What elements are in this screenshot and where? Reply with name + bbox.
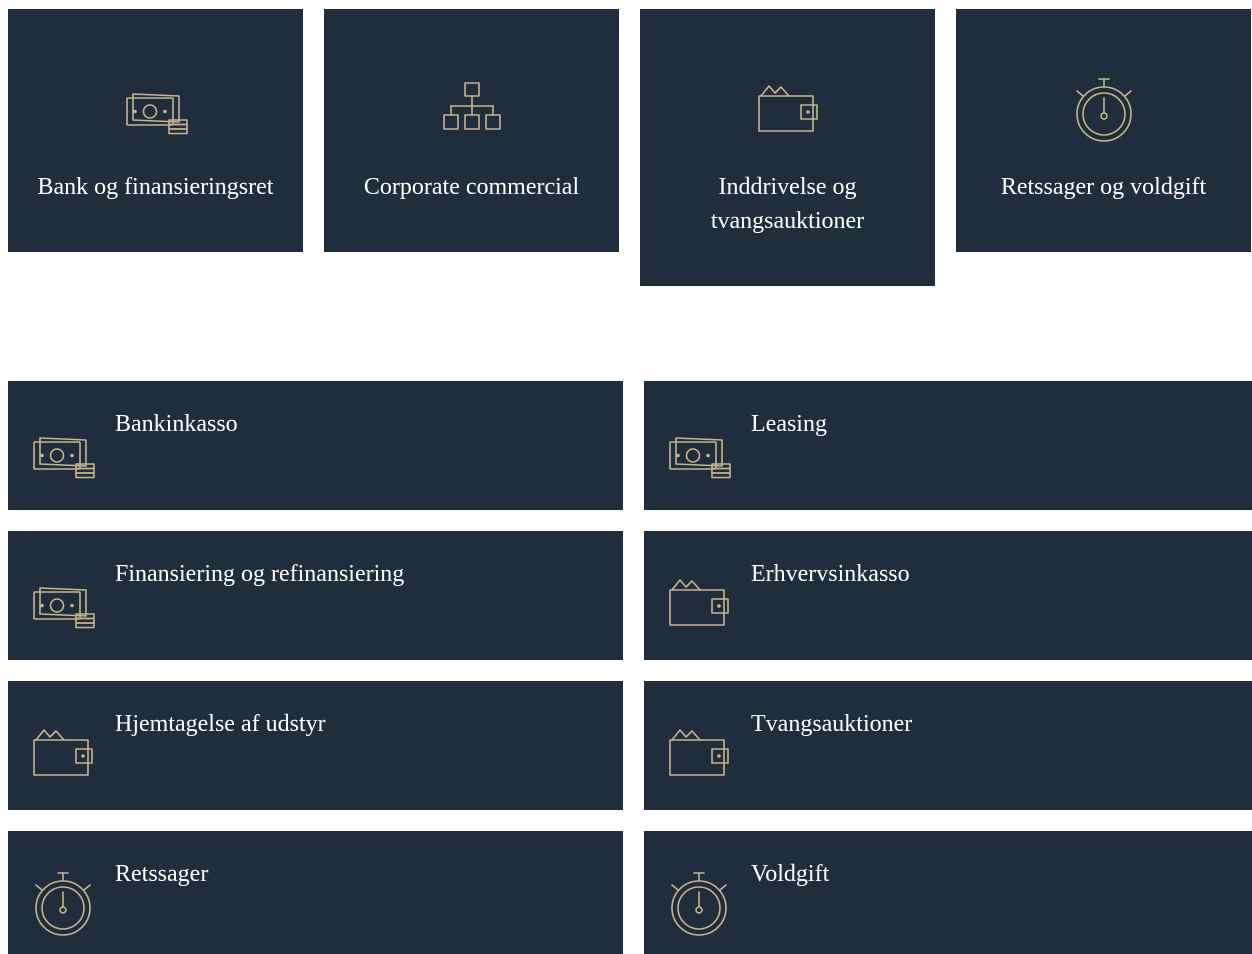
card-label: Bank og finansieringsret bbox=[37, 174, 274, 200]
money-icon bbox=[121, 77, 191, 147]
service-item-hjemtagelse[interactable]: Hjemtagelse af udstyr bbox=[8, 681, 623, 810]
stopwatch-icon bbox=[28, 871, 98, 941]
wallet-icon bbox=[753, 77, 823, 147]
wallet-icon bbox=[664, 571, 734, 641]
wallet-icon bbox=[664, 721, 734, 791]
money-icon bbox=[28, 421, 98, 491]
service-label: Hjemtagelse af udstyr bbox=[115, 711, 326, 737]
stopwatch-icon bbox=[1069, 77, 1139, 147]
service-item-leasing[interactable]: Leasing bbox=[644, 381, 1252, 510]
money-icon bbox=[664, 421, 734, 491]
service-label: Leasing bbox=[751, 411, 827, 437]
practice-area-card-corporate[interactable]: Corporate commercial bbox=[324, 9, 619, 252]
service-label: Bankinkasso bbox=[115, 411, 238, 437]
practice-area-card-retssager[interactable]: Retssager og voldgift bbox=[956, 9, 1251, 252]
practice-area-card-bank[interactable]: Bank og finansieringsret bbox=[8, 9, 303, 252]
org-chart-icon bbox=[437, 77, 507, 147]
service-label: Retssager bbox=[115, 861, 209, 887]
service-item-bankinkasso[interactable]: Bankinkasso bbox=[8, 381, 623, 510]
card-label: Retssager og voldgift bbox=[1000, 174, 1207, 200]
practice-area-card-inddrivelse[interactable]: Inddrivelse og tvangsauktioner bbox=[640, 9, 935, 286]
service-item-retssager[interactable]: Retssager bbox=[8, 831, 623, 954]
card-label: Inddrivelse og tvangsauktioner bbox=[710, 174, 865, 234]
service-label: Finansiering og refinansiering bbox=[115, 561, 405, 587]
money-icon bbox=[28, 571, 98, 641]
card-label: Corporate commercial bbox=[363, 174, 580, 200]
service-label: Tvangsauktioner bbox=[751, 711, 913, 737]
service-label: Voldgift bbox=[751, 861, 830, 887]
service-item-tvangsauktioner[interactable]: Tvangsauktioner bbox=[644, 681, 1252, 810]
service-item-finansiering[interactable]: Finansiering og refinansiering bbox=[8, 531, 623, 660]
stopwatch-icon bbox=[664, 871, 734, 941]
service-item-voldgift[interactable]: Voldgift bbox=[644, 831, 1252, 954]
service-label: Erhvervsinkasso bbox=[751, 561, 910, 587]
service-item-erhvervsinkasso[interactable]: Erhvervsinkasso bbox=[644, 531, 1252, 660]
wallet-icon bbox=[28, 721, 98, 791]
